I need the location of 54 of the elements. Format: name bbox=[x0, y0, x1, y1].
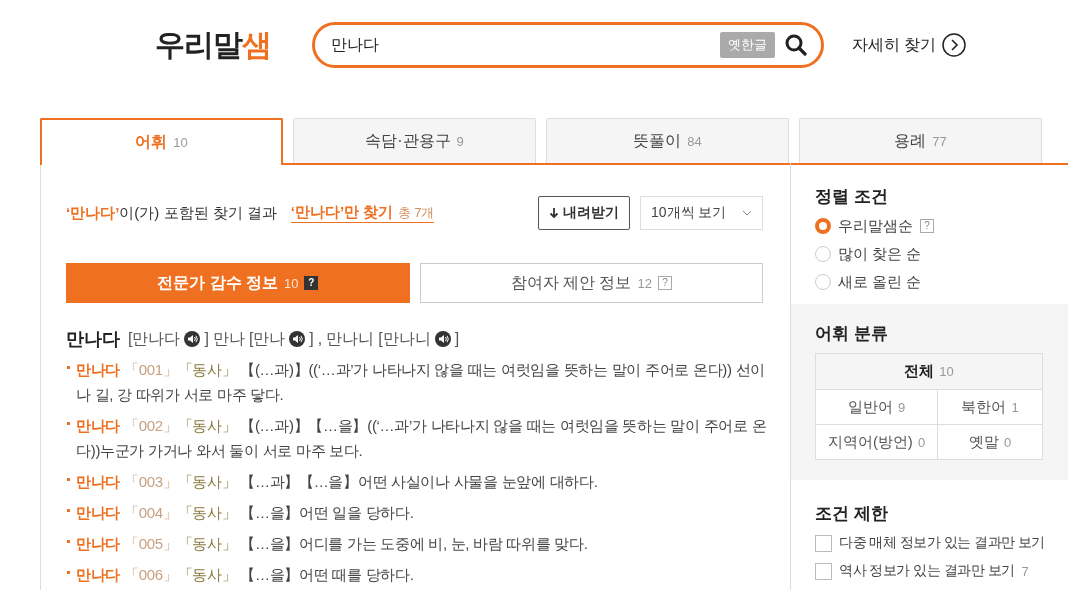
filter-count: 7 bbox=[1021, 563, 1029, 579]
category-tab[interactable]: 용례 77 bbox=[799, 118, 1042, 163]
caret-icon bbox=[742, 210, 752, 216]
checkbox[interactable] bbox=[815, 534, 832, 552]
sense-definition: 만나다 「006」「동사」 【…을】어떤 때를 당하다. bbox=[66, 562, 778, 587]
info-tab[interactable]: 참여자 제안 정보 12 ? bbox=[419, 263, 763, 303]
category-filter[interactable]: 지역어(방언) 0 bbox=[816, 424, 938, 459]
section-title: 정렬 조건 bbox=[815, 186, 889, 208]
logo-text[interactable]: 우리말 bbox=[155, 24, 242, 66]
category-filter[interactable]: 전체 10 bbox=[816, 354, 1042, 389]
bracket: ] bbox=[204, 330, 209, 348]
download-button[interactable]: 내려받기 bbox=[538, 196, 630, 230]
radio-button[interactable] bbox=[815, 246, 831, 262]
category-tab[interactable]: 속담·관용구 9 bbox=[293, 118, 536, 163]
category-filter[interactable]: 옛말 0 bbox=[938, 424, 1042, 459]
sense-definition: 만나다 「004」「동사」 【…을】어떤 일을 당하다. bbox=[66, 500, 778, 525]
info-tab[interactable]: 전문가 감수 정보 10 ? bbox=[66, 263, 410, 303]
sense-definition: 만나다 「002」「동사」 【(…과)】【…을】((‘…과’가 나타나지 않을 때는 여럿임을 뜻하는 말이 주어로 온다))누군가 가거나 와서 둘이 서로 마주 보다. bbox=[66, 413, 778, 463]
section-title: 어휘 분류 bbox=[815, 323, 889, 345]
inflection: 만나니 bbox=[326, 328, 375, 349]
checkbox[interactable] bbox=[815, 562, 832, 580]
section-title: 조건 제한 bbox=[815, 503, 889, 525]
sort-option[interactable]: 우리말샘순 bbox=[838, 216, 913, 236]
speaker-icon[interactable] bbox=[434, 331, 451, 347]
download-arrow-icon bbox=[549, 207, 559, 219]
bracket: ] bbox=[454, 330, 460, 348]
sense-definition: 만나다 「001」「동사」 【(…과)】((‘…과’가 나타나지 않을 때는 여럿임을 뜻하는 말이 주어로 온다)) 선이나 길, 강 따위가 서로 마주 닿다. bbox=[66, 357, 778, 407]
category-tab[interactable]: 뜻풀이 84 bbox=[546, 118, 789, 163]
speaker-icon[interactable] bbox=[184, 331, 201, 347]
search-field[interactable]: 만나다 옛한글 bbox=[312, 22, 824, 68]
advanced-search-link[interactable]: 자세히 찾기 bbox=[852, 34, 937, 56]
separator: , bbox=[317, 330, 323, 348]
sense-definition: 만나다 「005」「동사」 【…을】어디를 가는 도중에 비, 눈, 바람 따위를 맞다. bbox=[66, 531, 778, 556]
help-icon[interactable]: ? bbox=[920, 219, 934, 233]
category-filter[interactable]: 일반어 9 bbox=[816, 389, 938, 424]
bracket: ] bbox=[309, 330, 314, 348]
inflection: 만나 bbox=[212, 328, 245, 349]
radio-button[interactable] bbox=[815, 274, 831, 290]
category-filter[interactable]: 북한어 1 bbox=[938, 389, 1042, 424]
chevron-right-circle-icon[interactable] bbox=[942, 33, 967, 57]
page-size-select[interactable]: 10개씩 보기 bbox=[640, 196, 763, 230]
pronunciation: [만나 bbox=[248, 328, 286, 349]
sort-option[interactable]: 새로 올린 순 bbox=[838, 272, 922, 292]
speaker-icon[interactable] bbox=[289, 331, 306, 347]
pronunciation: [만나다 bbox=[128, 328, 181, 349]
sort-option[interactable]: 많이 찾은 순 bbox=[838, 244, 922, 264]
search-icon[interactable] bbox=[785, 34, 807, 56]
pronunciation: [만나니 bbox=[378, 328, 431, 349]
filter-option[interactable]: 역사 정보가 있는 결과만 보기 bbox=[839, 562, 1015, 580]
filter-option[interactable]: 다중 매체 정보가 있는 결과만 보기 bbox=[839, 534, 1045, 552]
headword: 만나다 bbox=[66, 328, 120, 351]
result-summary: ‘만나다’이(가) 포함된 찾기 결과 bbox=[66, 203, 277, 223]
sense-definition: 만나다 「003」「동사」 【…과】【…을】어떤 사실이나 사물을 눈앞에 대하다. bbox=[66, 469, 778, 494]
radio-button[interactable] bbox=[815, 218, 831, 234]
